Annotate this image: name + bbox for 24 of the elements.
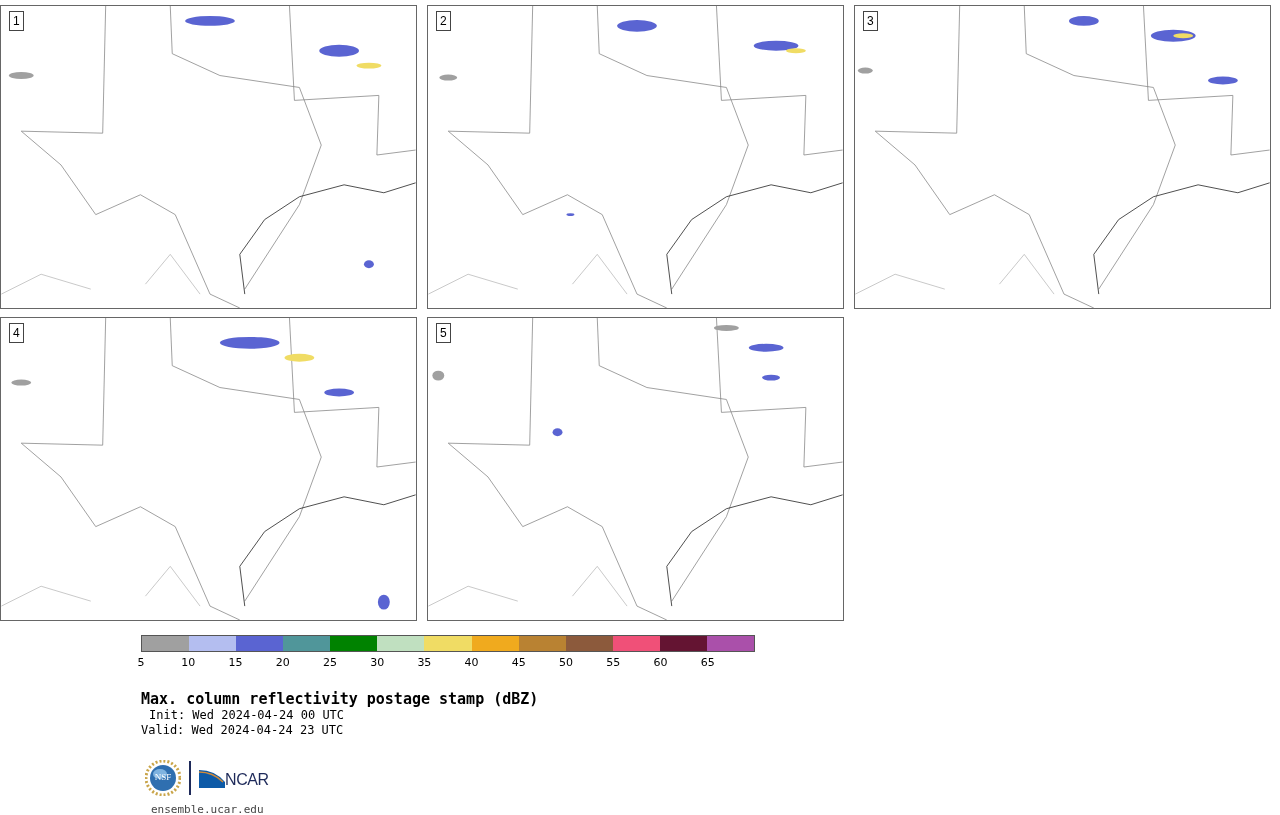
- nsf-logo: NSF: [145, 760, 181, 796]
- tick-label: 65: [700, 656, 715, 669]
- panel-number: 2: [436, 11, 451, 31]
- tick-label: 20: [275, 656, 290, 669]
- panel-number: 4: [9, 323, 24, 343]
- init-time: Init: Wed 2024-04-24 00 UTC: [148, 708, 346, 723]
- tick-label: 5: [137, 656, 145, 669]
- tick-label: 10: [181, 656, 196, 669]
- panel-number: 5: [436, 323, 451, 343]
- tick-label: 40: [464, 656, 479, 669]
- tick-label: 60: [653, 656, 668, 669]
- panel-number: 1: [9, 11, 24, 31]
- tick-label: 25: [322, 656, 337, 669]
- tick-label: 50: [559, 656, 574, 669]
- ncar-logo: NCAR: [199, 768, 269, 788]
- chart-title: Max. column reflectivity postage stamp (dBZ): [141, 690, 540, 708]
- tick-label: 15: [228, 656, 243, 669]
- valid-time: Valid: Wed 2024-04-24 23 UTC: [141, 723, 345, 738]
- tick-label: 30: [370, 656, 385, 669]
- website-link[interactable]: ensemble.ucar.edu: [151, 802, 1280, 815]
- tick-label: 55: [606, 656, 621, 669]
- panel-number: 3: [863, 11, 878, 31]
- tick-label: 35: [417, 656, 432, 669]
- tick-label: 45: [511, 656, 526, 669]
